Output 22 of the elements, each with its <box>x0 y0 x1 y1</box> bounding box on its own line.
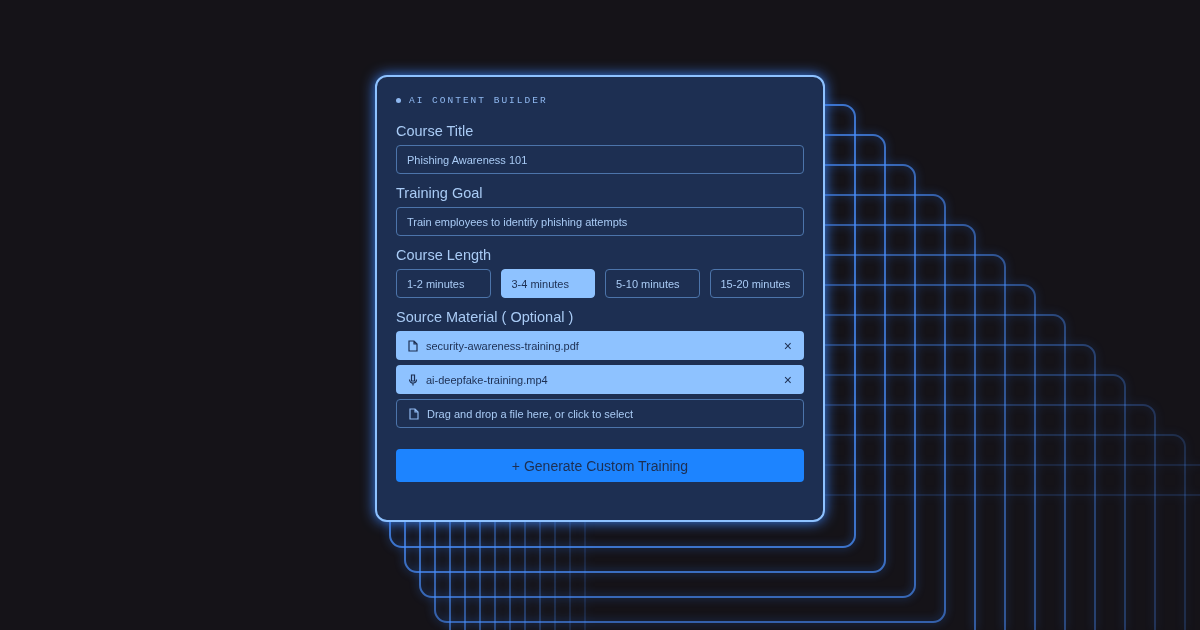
length-option[interactable]: 1-2 minutes <box>396 269 491 298</box>
field-label: Course Length <box>396 247 493 263</box>
microphone-icon <box>408 373 418 386</box>
dropzone-text: Drag and drop a file here, or click to select <box>427 407 635 420</box>
generate-button[interactable]: + Generate Custom Training <box>396 449 804 482</box>
remove-button[interactable]: × <box>781 337 794 354</box>
input-field[interactable]: Train employees to identify phishing attempts <box>396 207 804 236</box>
remove-button[interactable]: × <box>781 371 794 388</box>
section-label: AI CONTENT BUILDER <box>409 94 548 106</box>
length-option[interactable]: 15-20 minutes <box>709 269 804 298</box>
file-dropzone[interactable]: Drag and drop a file here, or click to select <box>396 399 804 428</box>
length-option[interactable]: 3-4 minutes <box>500 269 595 298</box>
field-label: Training Goal <box>396 185 484 201</box>
input-field[interactable]: Phishing Awareness 101 <box>396 145 804 174</box>
dot-icon <box>396 97 401 103</box>
file-name: security-awareness-training.pdf <box>426 339 580 352</box>
field-label: Source Material ( Optional ) <box>396 309 575 325</box>
document-icon <box>409 407 419 420</box>
field-label: Course Title <box>396 123 475 139</box>
length-option[interactable]: 5-10 minutes <box>605 269 700 298</box>
file-name: ai-deepfake-training.mp4 <box>426 373 549 386</box>
document-icon <box>408 339 418 352</box>
